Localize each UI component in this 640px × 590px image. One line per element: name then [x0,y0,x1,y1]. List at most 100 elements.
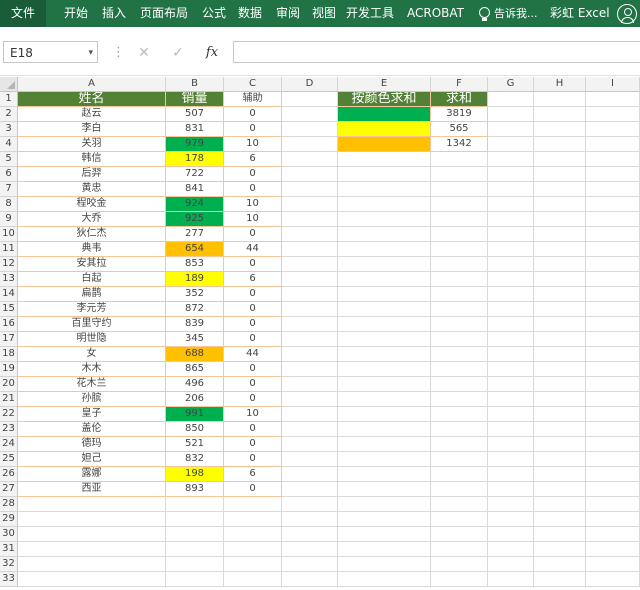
cell-c7[interactable]: 0 [224,182,282,197]
cell-f4[interactable]: 1342 [431,137,488,152]
cell-b13[interactable]: 189 [166,272,224,287]
cell-g28[interactable] [488,497,534,512]
cell-i5[interactable] [586,152,640,167]
cell-a13[interactable]: 白起 [18,272,166,287]
row-header-21[interactable]: 21 [0,392,18,407]
cell-a11[interactable]: 典韦 [18,242,166,257]
cell-f28[interactable] [431,497,488,512]
cell-a17[interactable]: 明世隐 [18,332,166,347]
cell-b14[interactable]: 352 [166,287,224,302]
row-header-32[interactable]: 32 [0,557,18,572]
cell-d2[interactable] [282,107,338,122]
cell-a1[interactable]: 姓名 [18,92,166,107]
user-icon[interactable] [617,4,637,24]
cell-d21[interactable] [282,392,338,407]
cell-g23[interactable] [488,422,534,437]
cell-a12[interactable]: 安其拉 [18,257,166,272]
cell-b8[interactable]: 924 [166,197,224,212]
cell-g32[interactable] [488,557,534,572]
cell-e29[interactable] [338,512,431,527]
cell-i15[interactable] [586,302,640,317]
cell-a16[interactable]: 百里守约 [18,317,166,332]
cell-g10[interactable] [488,227,534,242]
cell-b27[interactable]: 893 [166,482,224,497]
cell-f30[interactable] [431,527,488,542]
cell-e9[interactable] [338,212,431,227]
tab-insert[interactable]: 插入 [102,0,126,27]
row-header-15[interactable]: 15 [0,302,18,317]
cell-h33[interactable] [534,572,586,587]
cell-a19[interactable]: 木木 [18,362,166,377]
column-header-g[interactable]: G [488,77,534,92]
cell-b16[interactable]: 839 [166,317,224,332]
row-header-29[interactable]: 29 [0,512,18,527]
cell-f20[interactable] [431,377,488,392]
cell-e16[interactable] [338,317,431,332]
cell-a14[interactable]: 扁鹊 [18,287,166,302]
cell-c21[interactable]: 0 [224,392,282,407]
cell-f29[interactable] [431,512,488,527]
cell-c23[interactable]: 0 [224,422,282,437]
cell-g29[interactable] [488,512,534,527]
cell-i4[interactable] [586,137,640,152]
cell-e24[interactable] [338,437,431,452]
cell-b33[interactable] [166,572,224,587]
cell-f5[interactable] [431,152,488,167]
name-box[interactable]: E18 ▾ [3,41,98,63]
cell-c19[interactable]: 0 [224,362,282,377]
cell-e8[interactable] [338,197,431,212]
cell-i10[interactable] [586,227,640,242]
cell-d29[interactable] [282,512,338,527]
cell-i32[interactable] [586,557,640,572]
tab-developer[interactable]: 开发工具 [346,0,394,27]
cell-a23[interactable]: 盖伦 [18,422,166,437]
cell-d18[interactable] [282,347,338,362]
row-header-11[interactable]: 11 [0,242,18,257]
column-header-d[interactable]: D [282,77,338,92]
row-header-18[interactable]: 18 [0,347,18,362]
cell-h31[interactable] [534,542,586,557]
cell-i30[interactable] [586,527,640,542]
row-header-19[interactable]: 19 [0,362,18,377]
cell-i21[interactable] [586,392,640,407]
column-header-i[interactable]: I [586,77,640,92]
cell-d12[interactable] [282,257,338,272]
cell-i12[interactable] [586,257,640,272]
cell-d19[interactable] [282,362,338,377]
cell-i31[interactable] [586,542,640,557]
row-header-12[interactable]: 12 [0,257,18,272]
cell-h14[interactable] [534,287,586,302]
cell-c24[interactable]: 0 [224,437,282,452]
cell-g27[interactable] [488,482,534,497]
cell-c22[interactable]: 10 [224,407,282,422]
cell-i25[interactable] [586,452,640,467]
row-header-3[interactable]: 3 [0,122,18,137]
column-header-c[interactable]: C [224,77,282,92]
cell-i9[interactable] [586,212,640,227]
cell-c14[interactable]: 0 [224,287,282,302]
cell-d23[interactable] [282,422,338,437]
cell-c18[interactable]: 44 [224,347,282,362]
cell-d7[interactable] [282,182,338,197]
cell-e7[interactable] [338,182,431,197]
cell-a9[interactable]: 大乔 [18,212,166,227]
tab-formulas[interactable]: 公式 [202,0,226,27]
cell-h3[interactable] [534,122,586,137]
cell-h6[interactable] [534,167,586,182]
cell-i29[interactable] [586,512,640,527]
cell-d4[interactable] [282,137,338,152]
cell-h28[interactable] [534,497,586,512]
cell-b18[interactable]: 688 [166,347,224,362]
cell-h1[interactable] [534,92,586,107]
cell-a24[interactable]: 德玛 [18,437,166,452]
cell-b5[interactable]: 178 [166,152,224,167]
cell-g16[interactable] [488,317,534,332]
cell-f8[interactable] [431,197,488,212]
cell-g18[interactable] [488,347,534,362]
cell-g30[interactable] [488,527,534,542]
cell-g25[interactable] [488,452,534,467]
row-header-8[interactable]: 8 [0,197,18,212]
cell-f33[interactable] [431,572,488,587]
cell-a8[interactable]: 程咬金 [18,197,166,212]
cell-b25[interactable]: 832 [166,452,224,467]
